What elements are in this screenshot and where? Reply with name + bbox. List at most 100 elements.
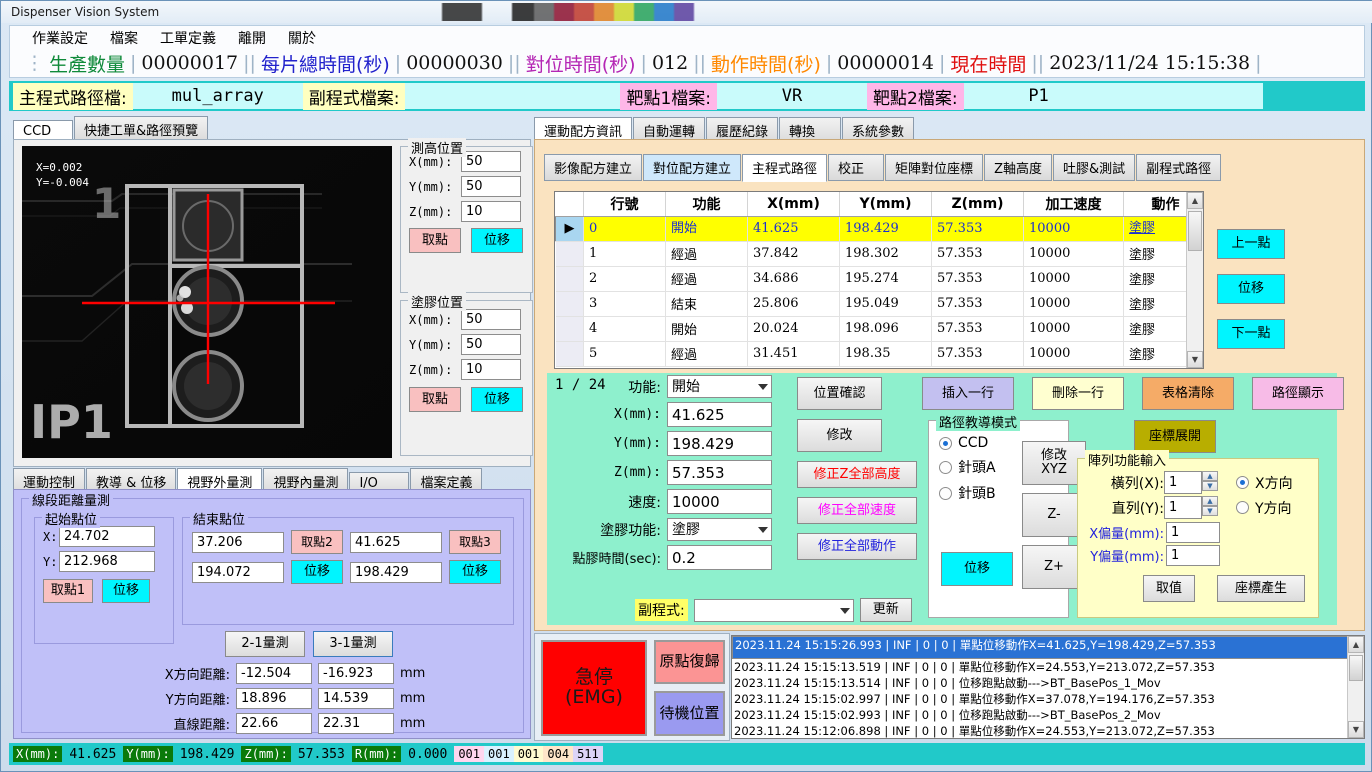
log-item[interactable]: 2023.11.24 15:15:02.997 | INF | 0 | 0 | …	[732, 691, 1364, 707]
start-move-button[interactable]: 位移	[102, 579, 150, 603]
end-p3-x-input[interactable]: 41.625	[350, 531, 442, 553]
start-x-input[interactable]: 24.702	[59, 526, 155, 547]
log-item[interactable]: 2023.11.24 15:12:06.898 | INF | 0 | 0 | …	[732, 723, 1364, 738]
menu-item-workorder-definition[interactable]: 工單定義	[160, 28, 216, 48]
glue-z-input[interactable]: 10	[461, 359, 521, 380]
scroll-up-icon[interactable]: ▲	[1348, 636, 1364, 653]
standby-position-button[interactable]: 待機位置	[654, 691, 725, 736]
log-scrollbar[interactable]: ▲ ▼	[1347, 636, 1364, 738]
log-item[interactable]: 2023.11.24 15:15:13.514 | INF | 0 | 0 | …	[732, 675, 1364, 691]
glue-pick-point-button[interactable]: 取點	[409, 387, 461, 412]
table-row[interactable]: 1 經過 37.842 198.302 57.353 10000 塗膠	[555, 241, 1203, 267]
end-p2-y-input[interactable]: 194.072	[192, 561, 284, 583]
scroll-down-icon[interactable]: ▼	[1348, 721, 1364, 738]
array-cols-spin-buttons[interactable]: ▲ ▼	[1202, 496, 1218, 519]
array-direction-y[interactable]: Y方向	[1236, 498, 1292, 518]
col-y[interactable]: Y(mm)	[839, 192, 932, 217]
radio-direction-y[interactable]: Y方向	[1236, 498, 1292, 518]
fix-all-speed-button[interactable]: 修正全部速度	[797, 497, 917, 524]
table-row[interactable]: 4 開始 20.024 198.096 57.353 10000 塗膠	[555, 316, 1203, 342]
move-to-point-button[interactable]: 位移	[1217, 274, 1285, 304]
table-row[interactable]: ▶ 0 開始 41.625 198.429 57.353 10000 塗膠	[555, 216, 1203, 242]
start-pick-point1-button[interactable]: 取點1	[43, 579, 93, 603]
scroll-thumb[interactable]	[1188, 211, 1202, 251]
subtab-z-axis-height[interactable]: Z軸高度	[984, 154, 1052, 181]
delete-row-button[interactable]: 刪除一行	[1032, 377, 1124, 410]
camera-view[interactable]: 1 IP1 X=0.002 Y=-0.004	[22, 146, 392, 458]
modify-button[interactable]: 修改	[797, 419, 882, 452]
spin-up-icon[interactable]: ▲	[1202, 496, 1218, 506]
prev-point-button[interactable]: 上一點	[1217, 229, 1285, 259]
subtab-image-recipe-create[interactable]: 影像配方建立	[544, 154, 643, 181]
menu-item-operation-settings[interactable]: 作業設定	[32, 28, 88, 48]
subtab-matrix-align-coords[interactable]: 矩陣對位座標	[885, 154, 984, 181]
start-y-input[interactable]: 212.968	[59, 551, 155, 572]
subprogram-select[interactable]	[693, 598, 854, 622]
col-line-no[interactable]: 行號	[583, 192, 666, 217]
scroll-down-icon[interactable]: ▼	[1187, 351, 1203, 368]
editor-function-select[interactable]: 開始	[667, 375, 772, 398]
show-path-button[interactable]: 路徑顯示	[1252, 377, 1344, 410]
subtab-calibration[interactable]: 校正	[828, 154, 885, 181]
glue-move-button[interactable]: 位移	[471, 387, 523, 412]
menu-item-file[interactable]: 檔案	[110, 28, 138, 48]
next-point-button[interactable]: 下一點	[1217, 319, 1285, 349]
table-row[interactable]: 2 經過 34.686 195.274 57.353 10000 塗膠	[555, 266, 1203, 292]
end-p3-y-input[interactable]: 198.429	[350, 561, 442, 583]
fix-all-z-height-button[interactable]: 修正Z全部高度	[797, 461, 917, 488]
path-table[interactable]: 行號 功能 X(mm) Y(mm) Z(mm) 加工速度 動作 ▶ 0 開始 4…	[554, 191, 1204, 369]
end-p2-move-button[interactable]: 位移	[291, 560, 343, 584]
pick-point3-button[interactable]: 取點3	[449, 530, 501, 554]
glue-x-input[interactable]: 50	[461, 309, 521, 330]
clear-table-button[interactable]: 表格清除	[1142, 377, 1234, 410]
fix-all-action-button[interactable]: 修正全部動作	[797, 533, 917, 560]
spin-down-icon[interactable]: ▼	[1202, 481, 1218, 491]
menu-item-exit[interactable]: 離開	[238, 28, 266, 48]
menu-item-about[interactable]: 關於	[288, 28, 316, 48]
height-x-input[interactable]: 50	[461, 151, 521, 172]
array-xoffset-input[interactable]: 1	[1166, 522, 1220, 543]
array-rows-input[interactable]: 1	[1164, 471, 1202, 494]
height-move-button[interactable]: 位移	[471, 228, 523, 253]
home-return-button[interactable]: 原點復歸	[654, 640, 725, 684]
log-item[interactable]: 2023.11.24 15:15:13.519 | INF | 0 | 0 | …	[732, 659, 1364, 675]
array-yoffset-input[interactable]: 1	[1166, 545, 1220, 566]
pick-point2-button[interactable]: 取點2	[291, 530, 343, 554]
expand-coords-button[interactable]: 座標展開	[1134, 420, 1216, 453]
spin-down-icon[interactable]: ▼	[1202, 506, 1218, 516]
array-cols-stepper[interactable]: 1 ▲ ▼	[1164, 496, 1218, 519]
end-p2-x-input[interactable]: 37.206	[192, 531, 284, 553]
array-generate-coords-button[interactable]: 座標產生	[1217, 575, 1305, 602]
table-row[interactable]: 3 結束 25.806 195.049 57.353 10000 塗膠	[555, 291, 1203, 317]
subtab-dispense-test[interactable]: 吐膠&測試	[1052, 154, 1136, 181]
target2-file-value[interactable]: P1	[964, 86, 1114, 106]
radio-direction-x[interactable]: X方向	[1236, 473, 1293, 493]
insert-row-button[interactable]: 插入一行	[922, 377, 1014, 410]
target1-file-value[interactable]: VR	[717, 86, 867, 106]
table-scrollbar[interactable]: ▲ ▼	[1186, 192, 1203, 368]
main-program-path-value[interactable]: mul_array	[133, 86, 303, 106]
teach-move-button[interactable]: 位移	[941, 552, 1013, 586]
col-z[interactable]: Z(mm)	[931, 192, 1024, 217]
editor-z-input[interactable]: 57.353	[667, 460, 772, 485]
scroll-up-icon[interactable]: ▲	[1187, 192, 1203, 209]
log-item[interactable]: 2023.11.24 15:15:02.993 | INF | 0 | 0 | …	[732, 707, 1364, 723]
editor-speed-input[interactable]: 10000	[667, 489, 772, 514]
editor-y-input[interactable]: 198.429	[667, 431, 772, 456]
editor-x-input[interactable]: 41.625	[667, 402, 772, 427]
table-row[interactable]: 5 經過 31.451 198.35 57.353 10000 塗膠	[555, 341, 1203, 367]
scroll-thumb[interactable]	[1349, 655, 1363, 681]
log-item[interactable]: 2023.11.24 15:15:26.993 | INF | 0 | 0 | …	[732, 636, 1364, 659]
height-pick-point-button[interactable]: 取點	[409, 228, 461, 253]
update-button[interactable]: 更新	[859, 598, 912, 622]
array-rows-stepper[interactable]: 1 ▲ ▼	[1164, 471, 1218, 494]
array-rows-spin-buttons[interactable]: ▲ ▼	[1202, 471, 1218, 494]
col-function[interactable]: 功能	[665, 192, 748, 217]
editor-glue-function-select[interactable]: 塗膠	[667, 518, 772, 541]
emergency-stop-button[interactable]: 急停 (EMG)	[541, 640, 647, 736]
array-get-value-button[interactable]: 取值	[1143, 575, 1195, 602]
subtab-sub-program-path[interactable]: 副程式路徑	[1136, 154, 1222, 181]
end-p3-move-button[interactable]: 位移	[449, 560, 501, 584]
col-x[interactable]: X(mm)	[747, 192, 840, 217]
measure-3-1-button[interactable]: 3-1量測	[313, 631, 393, 657]
